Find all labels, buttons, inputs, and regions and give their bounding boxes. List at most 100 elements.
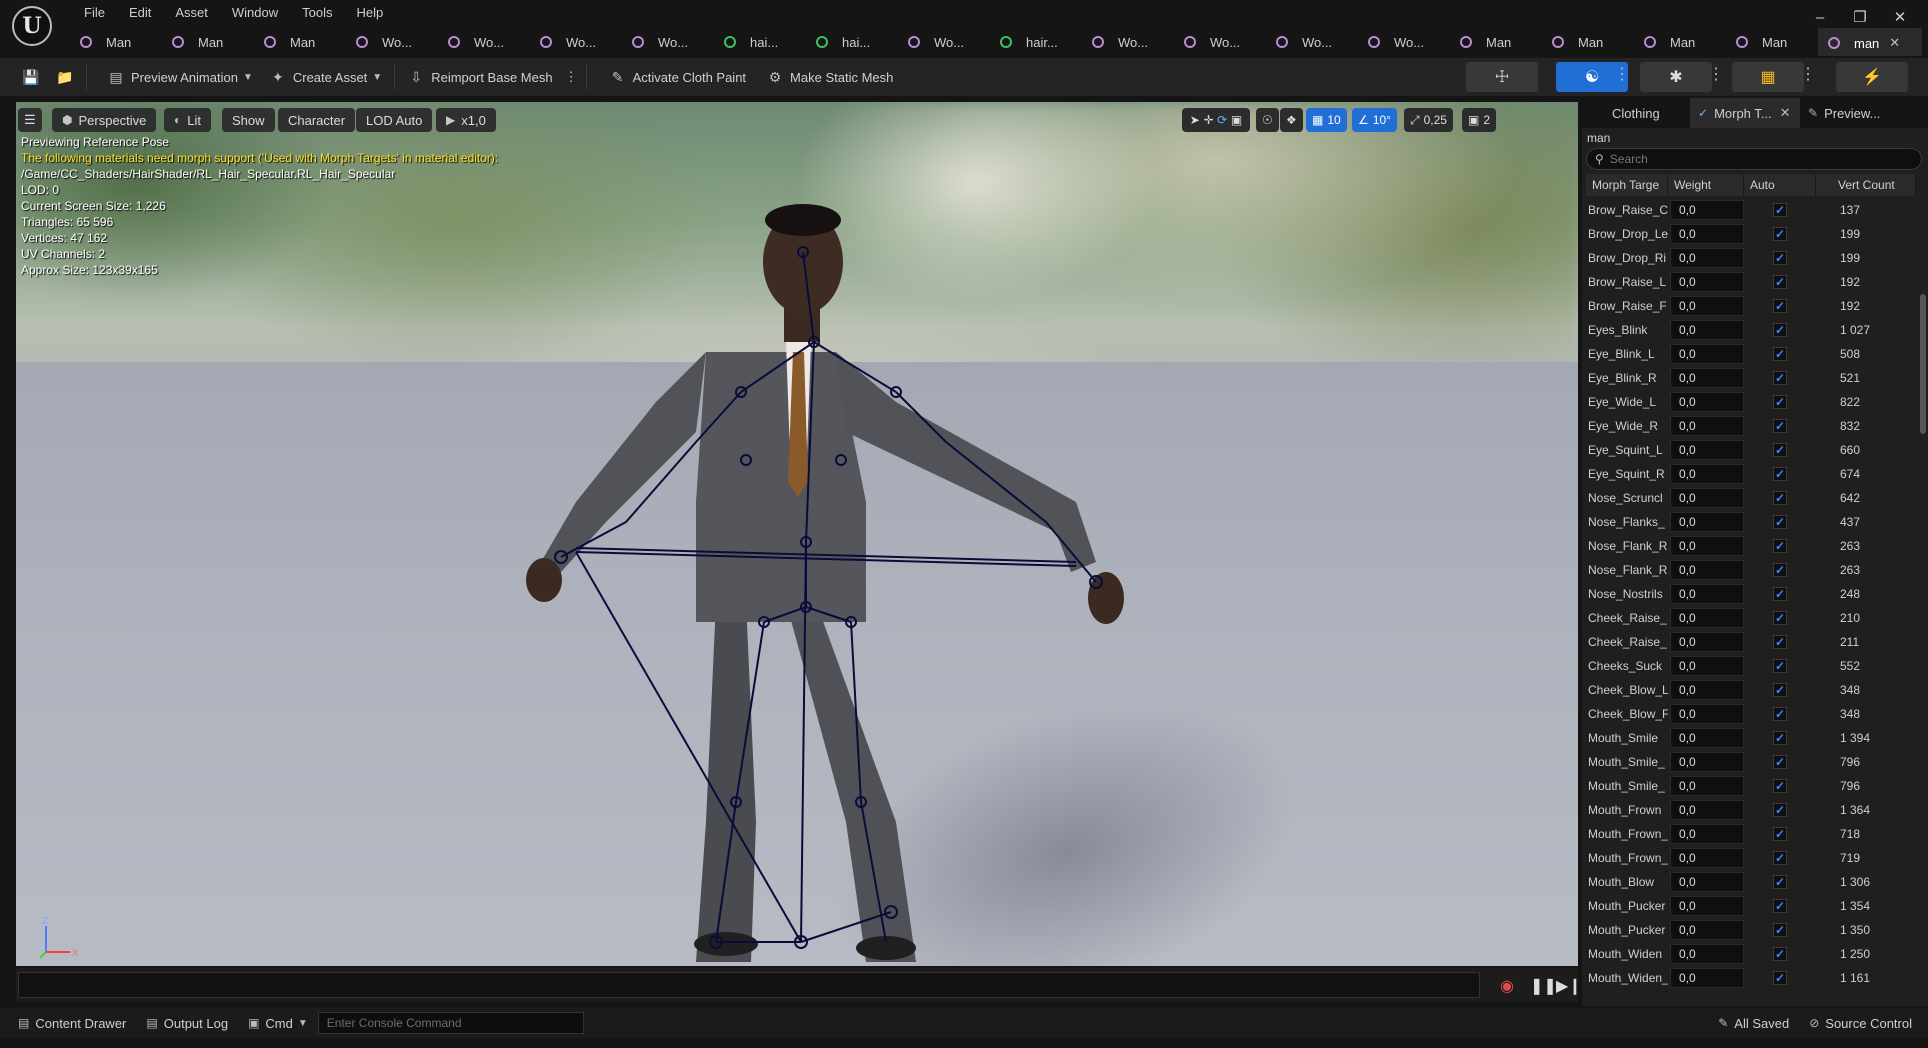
document-tab[interactable]: Man (1726, 28, 1818, 56)
weight-field[interactable]: 0,0 (1670, 632, 1744, 652)
close-icon[interactable]: ✕ (1889, 35, 1900, 51)
table-row[interactable]: Nose_Flank_R 0,0 ✓ 263 (1586, 558, 1916, 582)
table-row[interactable]: Mouth_Blow 0,0 ✓ 1 306 (1586, 870, 1916, 894)
play-rate-button[interactable]: ▶ x1,0 (436, 108, 496, 132)
rotation-snap-button[interactable]: ∠ 10° (1352, 108, 1397, 132)
search-input[interactable] (1609, 152, 1910, 166)
auto-checkbox[interactable]: ✓ (1773, 875, 1787, 889)
more-options-icon[interactable]: ⋮ (1800, 64, 1816, 84)
weight-field[interactable]: 0,0 (1670, 752, 1744, 772)
table-row[interactable]: Cheek_Raise_ 0,0 ✓ 211 (1586, 630, 1916, 654)
document-tab[interactable]: Man (1542, 28, 1634, 56)
table-row[interactable]: Cheeks_Suck 0,0 ✓ 552 (1586, 654, 1916, 678)
weight-field[interactable]: 0,0 (1670, 296, 1744, 316)
grid-snap-button[interactable]: ▦ 10 (1306, 108, 1347, 132)
activate-cloth-paint-button[interactable]: ✎ Activate Cloth Paint (601, 62, 754, 92)
blueprint-mode-button[interactable]: ▦ (1732, 62, 1804, 92)
panel-scrollbar[interactable] (1920, 294, 1926, 434)
weight-field[interactable]: 0,0 (1670, 320, 1744, 340)
auto-checkbox[interactable]: ✓ (1773, 275, 1787, 289)
surface-snap-button[interactable]: ❖ (1280, 108, 1303, 132)
auto-checkbox[interactable]: ✓ (1773, 515, 1787, 529)
table-row[interactable]: Mouth_Widen_ 0,0 ✓ 1 161 (1586, 966, 1916, 990)
table-row[interactable]: Mouth_Smile_ 0,0 ✓ 796 (1586, 774, 1916, 798)
weight-field[interactable]: 0,0 (1670, 704, 1744, 724)
save-button[interactable]: 💾 (14, 62, 48, 92)
weight-field[interactable]: 0,0 (1670, 824, 1744, 844)
weight-field[interactable]: 0,0 (1670, 368, 1744, 388)
weight-field[interactable]: 0,0 (1670, 416, 1744, 436)
auto-checkbox[interactable]: ✓ (1773, 323, 1787, 337)
weight-field[interactable]: 0,0 (1670, 560, 1744, 580)
select-icon[interactable]: ➤ (1190, 113, 1200, 127)
document-tab[interactable]: Wo... (1266, 28, 1358, 56)
rotate-icon[interactable]: ⟳ (1217, 113, 1227, 127)
table-row[interactable]: Mouth_Smile 0,0 ✓ 1 394 (1586, 726, 1916, 750)
weight-field[interactable]: 0,0 (1670, 680, 1744, 700)
table-row[interactable]: Nose_Scruncl 0,0 ✓ 642 (1586, 486, 1916, 510)
auto-checkbox[interactable]: ✓ (1773, 539, 1787, 553)
menu-file[interactable]: File (72, 5, 117, 20)
table-row[interactable]: Brow_Raise_F 0,0 ✓ 192 (1586, 294, 1916, 318)
table-row[interactable]: Nose_Flank_R 0,0 ✓ 263 (1586, 534, 1916, 558)
document-tab[interactable]: hair... (990, 28, 1082, 56)
weight-field[interactable]: 0,0 (1670, 464, 1744, 484)
more-options-icon[interactable]: ⋮ (1614, 64, 1630, 84)
table-row[interactable]: Eye_Blink_L 0,0 ✓ 508 (1586, 342, 1916, 366)
menu-help[interactable]: Help (344, 5, 395, 20)
document-tab[interactable]: Wo... (1174, 28, 1266, 56)
table-row[interactable]: Eye_Blink_R 0,0 ✓ 521 (1586, 366, 1916, 390)
document-tab[interactable]: Wo... (1082, 28, 1174, 56)
document-tab[interactable]: Man (1450, 28, 1542, 56)
table-row[interactable]: Eye_Squint_L 0,0 ✓ 660 (1586, 438, 1916, 462)
scale-icon[interactable]: ▣ (1231, 113, 1242, 127)
weight-field[interactable]: 0,0 (1670, 776, 1744, 796)
table-row[interactable]: Brow_Raise_L 0,0 ✓ 192 (1586, 270, 1916, 294)
perspective-button[interactable]: ⬢ Perspective (52, 108, 157, 132)
table-row[interactable]: Mouth_Frown_ 0,0 ✓ 719 (1586, 846, 1916, 870)
auto-checkbox[interactable]: ✓ (1773, 251, 1787, 265)
document-tab[interactable]: hai... (714, 28, 806, 56)
menu-window[interactable]: Window (220, 5, 290, 20)
auto-checkbox[interactable]: ✓ (1773, 755, 1787, 769)
weight-field[interactable]: 0,0 (1670, 584, 1744, 604)
auto-checkbox[interactable]: ✓ (1773, 587, 1787, 601)
weight-field[interactable]: 0,0 (1670, 440, 1744, 460)
lit-mode-button[interactable]: ◐ Lit (164, 108, 211, 132)
table-row[interactable]: Eye_Wide_R 0,0 ✓ 832 (1586, 414, 1916, 438)
document-tab[interactable]: Man (1634, 28, 1726, 56)
document-tab[interactable]: Wo... (622, 28, 714, 56)
timeline-scrubber[interactable] (18, 972, 1480, 998)
auto-checkbox[interactable]: ✓ (1773, 467, 1787, 481)
auto-checkbox[interactable]: ✓ (1773, 923, 1787, 937)
table-row[interactable]: Eye_Squint_R 0,0 ✓ 674 (1586, 462, 1916, 486)
table-row[interactable]: Mouth_Pucker 0,0 ✓ 1 354 (1586, 894, 1916, 918)
weight-field[interactable]: 0,0 (1670, 800, 1744, 820)
auto-checkbox[interactable]: ✓ (1773, 443, 1787, 457)
auto-checkbox[interactable]: ✓ (1773, 731, 1787, 745)
reimport-base-mesh-button[interactable]: ⇩ Reimport Base Mesh (399, 62, 560, 92)
lod-button[interactable]: LOD Auto (356, 108, 433, 132)
content-drawer-button[interactable]: ▤ Content Drawer (8, 1010, 136, 1036)
viewport[interactable]: ☰ ⬢ Perspective ◐ Lit Show Character LOD A… (16, 102, 1578, 966)
auto-checkbox[interactable]: ✓ (1773, 395, 1787, 409)
table-row[interactable]: Eye_Wide_L 0,0 ✓ 822 (1586, 390, 1916, 414)
auto-checkbox[interactable]: ✓ (1773, 779, 1787, 793)
auto-checkbox[interactable]: ✓ (1773, 227, 1787, 241)
auto-checkbox[interactable]: ✓ (1773, 827, 1787, 841)
table-row[interactable]: Cheek_Raise_ 0,0 ✓ 210 (1586, 606, 1916, 630)
table-row[interactable]: Mouth_Frown_ 0,0 ✓ 718 (1586, 822, 1916, 846)
pause-icon[interactable]: ❚❚ (1530, 976, 1557, 996)
auto-checkbox[interactable]: ✓ (1773, 347, 1787, 361)
show-button[interactable]: Show (222, 108, 275, 132)
physics-mode-button[interactable]: ⚡ (1836, 62, 1908, 92)
viewport-menu-button[interactable]: ☰ (18, 108, 42, 132)
weight-field[interactable]: 0,0 (1670, 392, 1744, 412)
search-box[interactable]: ⚲ (1586, 148, 1922, 170)
character-button[interactable]: Character (278, 108, 356, 132)
preview-animation-button[interactable]: ▤ Preview Animation ▼ (99, 62, 261, 92)
tab-morph-targets[interactable]: ✓ Morph T... ✕ (1690, 98, 1800, 128)
table-row[interactable]: Brow_Drop_Ri 0,0 ✓ 199 (1586, 246, 1916, 270)
auto-checkbox[interactable]: ✓ (1773, 971, 1787, 985)
menu-edit[interactable]: Edit (117, 5, 163, 20)
